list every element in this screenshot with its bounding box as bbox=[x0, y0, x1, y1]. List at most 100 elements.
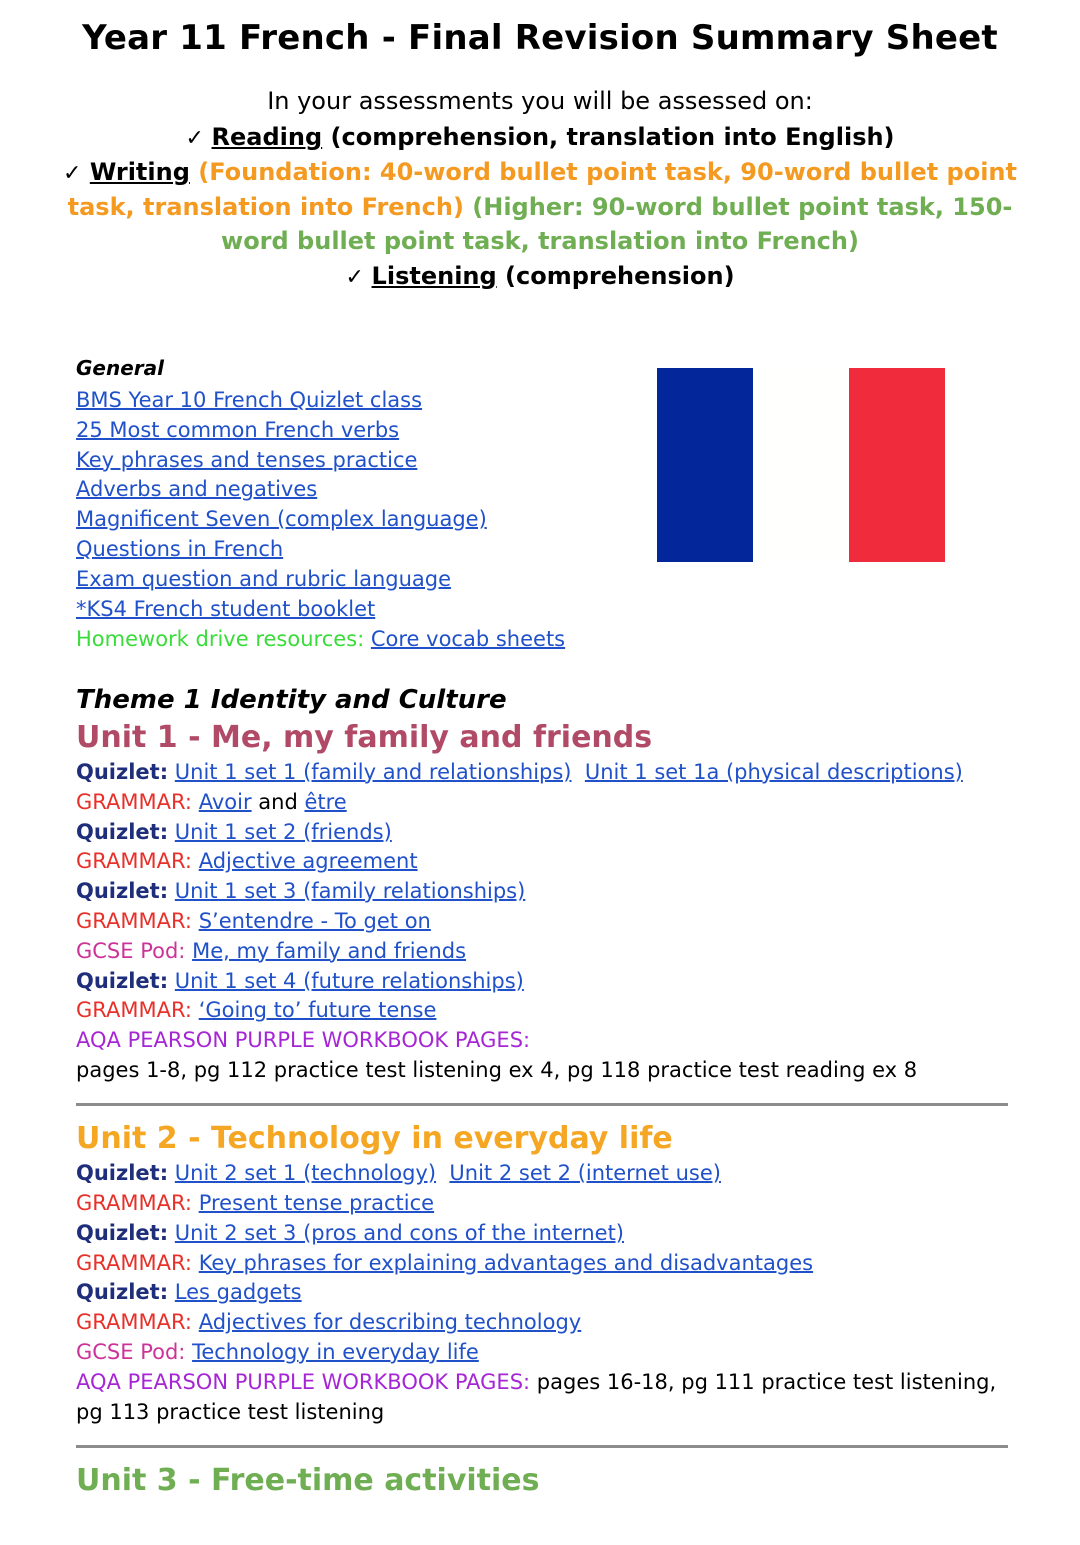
general-link[interactable]: Magnificent Seven (complex language) bbox=[76, 507, 487, 531]
check-icon: ✓ bbox=[63, 161, 82, 187]
resource-link[interactable]: Present tense practice bbox=[199, 1191, 434, 1215]
general-link-item: Questions in French bbox=[76, 535, 636, 565]
resource-row: pages 1-8, pg 112 practice test listenin… bbox=[76, 1056, 1016, 1086]
row-label-quizlet: Quizlet: bbox=[76, 968, 169, 993]
resource-link[interactable]: Unit 1 set 1 (family and relationships) bbox=[175, 760, 572, 784]
row-label-quizlet: Quizlet: bbox=[76, 759, 169, 784]
intro-lead: In your assessments you will be assessed… bbox=[267, 87, 813, 116]
resource-row: Quizlet: Unit 2 set 3 (pros and cons of … bbox=[76, 1219, 1016, 1249]
units-list: Unit 1 - Me, my family and friends Quizle… bbox=[76, 719, 1016, 1500]
row-conjunction: and bbox=[251, 789, 305, 814]
assessment-writing-line: ✓ Writing (Foundation: 40-word bullet po… bbox=[0, 155, 1080, 257]
resource-link[interactable]: Les gadgets bbox=[175, 1280, 302, 1304]
resource-row: GCSE Pod: Technology in everyday life bbox=[76, 1338, 1016, 1368]
resource-row: GRAMMAR: ‘Going to’ future tense bbox=[76, 996, 1016, 1026]
check-icon: ✓ bbox=[185, 126, 204, 152]
resource-row: GRAMMAR: Avoir and être bbox=[76, 788, 1016, 818]
resource-link[interactable]: Unit 1 set 3 (family relationships) bbox=[175, 879, 526, 903]
general-link-item: *KS4 French student booklet bbox=[76, 595, 636, 625]
flag-stripe-red bbox=[848, 368, 945, 562]
unit-heading: Unit 1 - Me, my family and friends bbox=[76, 719, 653, 755]
resource-row: GCSE Pod: Me, my family and friends bbox=[76, 937, 1016, 967]
resource-row: GRAMMAR: Key phrases for explaining adva… bbox=[76, 1249, 1016, 1279]
row-label-grammar: GRAMMAR: bbox=[76, 998, 193, 1023]
general-resources-section: General BMS Year 10 French Quizlet class… bbox=[76, 356, 636, 654]
general-link-item: Adverbs and negatives bbox=[76, 475, 636, 505]
general-link-item: Magnificent Seven (complex language) bbox=[76, 505, 636, 535]
flag-stripe-white bbox=[752, 368, 849, 562]
resource-link[interactable]: Avoir bbox=[199, 790, 252, 814]
listening-label: Listening bbox=[371, 261, 497, 290]
general-link[interactable]: BMS Year 10 French Quizlet class bbox=[76, 388, 422, 412]
listening-detail: (comprehension) bbox=[496, 261, 735, 290]
resource-row: Quizlet: Unit 1 set 2 (friends) bbox=[76, 818, 1016, 848]
resource-link[interactable]: Unit 1 set 2 (friends) bbox=[175, 820, 392, 844]
general-heading: General bbox=[76, 356, 164, 380]
core-vocab-sheets-link[interactable]: Core vocab sheets bbox=[371, 627, 565, 651]
section-divider bbox=[76, 1102, 1008, 1106]
row-label-quizlet: Quizlet: bbox=[76, 879, 169, 904]
unit-block: Unit 3 - Free-time activities bbox=[76, 1462, 1016, 1500]
general-link-item: Exam question and rubric language bbox=[76, 565, 636, 595]
row-label-gcsepod: GCSE Pod: bbox=[76, 1340, 186, 1365]
row-label-quizlet: Quizlet: bbox=[76, 1161, 169, 1186]
resource-link[interactable]: Me, my family and friends bbox=[192, 939, 466, 963]
homework-drive-label: Homework drive resources: bbox=[76, 626, 365, 651]
row-label-grammar: GRAMMAR: bbox=[76, 1191, 193, 1216]
resource-row: GRAMMAR: Adjectives for describing techn… bbox=[76, 1308, 1016, 1338]
row-label-grammar: GRAMMAR: bbox=[76, 1250, 193, 1275]
unit-block: Unit 2 - Technology in everyday life Quiz… bbox=[76, 1120, 1016, 1428]
homework-drive-line: Homework drive resources: Core vocab she… bbox=[76, 625, 636, 655]
resource-row: AQA PEARSON PURPLE WORKBOOK PAGES: bbox=[76, 1026, 1016, 1056]
general-link[interactable]: Exam question and rubric language bbox=[76, 567, 451, 591]
section-divider bbox=[76, 1444, 1008, 1448]
row-label-aqa: AQA PEARSON PURPLE WORKBOOK PAGES: bbox=[76, 1369, 531, 1394]
resource-row: Quizlet: Unit 2 set 1 (technology) Unit … bbox=[76, 1159, 1016, 1189]
resource-link[interactable]: Unit 2 set 2 (internet use) bbox=[449, 1161, 721, 1185]
resource-link[interactable]: Unit 1 set 1a (physical descriptions) bbox=[585, 760, 963, 784]
resource-row: GRAMMAR: S’entendre - To get on bbox=[76, 907, 1016, 937]
general-link[interactable]: *KS4 French student booklet bbox=[76, 597, 375, 621]
row-plain-text: pages 1-8, pg 112 practice test listenin… bbox=[76, 1058, 918, 1083]
unit-block: Unit 1 - Me, my family and friends Quizle… bbox=[76, 719, 1016, 1086]
resource-row: AQA PEARSON PURPLE WORKBOOK PAGES: pages… bbox=[76, 1368, 1016, 1428]
row-label-grammar: GRAMMAR: bbox=[76, 1310, 193, 1335]
assessment-reading-line: ✓ Reading (comprehension, translation in… bbox=[0, 119, 1080, 155]
check-icon: ✓ bbox=[345, 264, 364, 290]
resource-link[interactable]: ‘Going to’ future tense bbox=[199, 998, 437, 1022]
general-link-list: BMS Year 10 French Quizlet class 25 Most … bbox=[76, 386, 636, 625]
general-link[interactable]: Key phrases and tenses practice bbox=[76, 448, 417, 472]
reading-label: Reading bbox=[211, 123, 323, 152]
general-link-item: 25 Most common French verbs bbox=[76, 416, 636, 446]
flag-stripe-blue bbox=[657, 368, 753, 562]
writing-label: Writing bbox=[89, 158, 190, 187]
resource-link[interactable]: S’entendre - To get on bbox=[199, 909, 431, 933]
row-label-quizlet: Quizlet: bbox=[76, 1220, 169, 1245]
resource-link[interactable]: Technology in everyday life bbox=[192, 1340, 479, 1364]
resource-link[interactable]: Adjectives for describing technology bbox=[199, 1310, 582, 1334]
resource-row: GRAMMAR: Present tense practice bbox=[76, 1189, 1016, 1219]
reading-detail: (comprehension, translation into English… bbox=[322, 123, 895, 152]
general-link-item: BMS Year 10 French Quizlet class bbox=[76, 386, 636, 416]
resource-link[interactable]: Key phrases for explaining advantages an… bbox=[199, 1251, 813, 1275]
resource-link[interactable]: Unit 2 set 1 (technology) bbox=[175, 1161, 436, 1185]
resource-row: Quizlet: Unit 1 set 4 (future relationsh… bbox=[76, 967, 1016, 997]
page-title: Year 11 French - Final Revision Summary … bbox=[82, 18, 998, 58]
row-label-grammar: GRAMMAR: bbox=[76, 908, 193, 933]
general-link[interactable]: Questions in French bbox=[76, 537, 283, 561]
resource-link[interactable]: Adjective agreement bbox=[199, 849, 418, 873]
resource-row: Quizlet: Unit 1 set 3 (family relationsh… bbox=[76, 877, 1016, 907]
french-flag bbox=[657, 368, 945, 562]
general-link[interactable]: Adverbs and negatives bbox=[76, 477, 317, 501]
general-link-item: Key phrases and tenses practice bbox=[76, 446, 636, 476]
resource-link[interactable]: être bbox=[304, 790, 346, 814]
themes-content: Theme 1 Identity and Culture Unit 1 - Me… bbox=[76, 684, 1016, 1501]
resource-row: GRAMMAR: Adjective agreement bbox=[76, 847, 1016, 877]
resource-link[interactable]: Unit 2 set 3 (pros and cons of the inter… bbox=[175, 1221, 624, 1245]
assessment-listening-line: ✓ Listening (comprehension) bbox=[0, 258, 1080, 294]
resource-link[interactable]: Unit 1 set 4 (future relationships) bbox=[175, 969, 524, 993]
general-link[interactable]: 25 Most common French verbs bbox=[76, 418, 399, 442]
resource-row: Quizlet: Les gadgets bbox=[76, 1278, 1016, 1308]
resource-row: Quizlet: Unit 1 set 1 (family and relati… bbox=[76, 758, 1016, 788]
unit-heading: Unit 3 - Free-time activities bbox=[76, 1462, 540, 1498]
